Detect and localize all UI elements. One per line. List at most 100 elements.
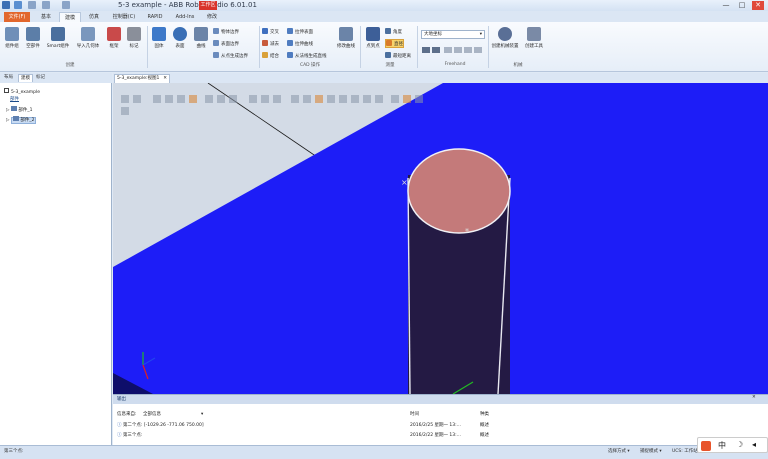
info-icon: ⓘ — [117, 423, 122, 428]
tab-modeling[interactable]: 建模 — [59, 12, 81, 22]
ime-toolbar[interactable]: 中 ☽ ◂ — [697, 437, 768, 453]
ucs-label: UCS: 工作站 — [672, 449, 698, 454]
import-geometry-button[interactable]: 导入几何体 — [73, 27, 103, 49]
gear-icon — [498, 27, 512, 41]
document-tab-row — [113, 73, 768, 83]
line-from-normal-button[interactable]: 从法线生成直线 — [287, 52, 327, 59]
tab-add-ins[interactable]: Add-Ins — [172, 12, 198, 22]
smart-component-button[interactable]: Smart组件 — [45, 27, 71, 49]
tree-item-part-2[interactable]: ▷ 部件_2 — [6, 116, 37, 124]
extrude-curve-button[interactable]: 拉伸曲线 — [287, 40, 313, 47]
output-col-time: 时间 — [410, 412, 419, 417]
ribbon-separator — [417, 26, 418, 68]
tab-rapid[interactable]: RAPID — [144, 12, 166, 22]
marker-button[interactable]: 标记 — [125, 27, 143, 49]
undo-icon[interactable] — [28, 1, 36, 9]
body-border-icon — [213, 28, 219, 34]
surface-button[interactable]: 表面 — [171, 27, 189, 49]
tab-basic[interactable]: 基本 — [36, 12, 56, 22]
angle-icon — [385, 28, 391, 34]
tab-controller[interactable]: 控制器(C) — [108, 12, 140, 22]
curve-button[interactable]: 曲线 — [192, 27, 210, 49]
tab-markers[interactable]: 标记 — [34, 74, 47, 82]
output-row-kind: 概述 — [480, 423, 489, 428]
multi-robot-jog-icon[interactable] — [474, 47, 482, 53]
tab-modeling-panel[interactable]: 建模 — [18, 74, 33, 82]
app-logo-icon[interactable] — [2, 1, 10, 9]
ime-chinese-mode[interactable]: 中 — [718, 440, 726, 451]
output-col-kind: 种类 — [480, 412, 489, 417]
diameter-button[interactable]: 直径 — [385, 39, 404, 48]
redo-icon[interactable] — [42, 1, 50, 9]
modify-curve-button[interactable]: 修改曲线 — [334, 27, 358, 49]
intersect-icon — [262, 28, 268, 34]
ime-logo-icon[interactable] — [701, 441, 711, 451]
group-label-create: 创建 — [65, 63, 75, 68]
jog-joint-icon[interactable] — [444, 47, 452, 53]
empty-part-button[interactable]: 空部件 — [23, 27, 43, 49]
output-row[interactable]: ⓘ 第二个点: [-1029.26 -771.06 750.00] — [117, 422, 204, 428]
tree-item-part-1[interactable]: ▷ 部件_1 — [6, 106, 32, 113]
quick-access-dropdown-icon[interactable] — [62, 1, 70, 9]
viewport-canvas[interactable]: × * — [113, 83, 768, 394]
close-tab-icon[interactable]: ✕ — [163, 75, 167, 83]
ime-punctuation-icon[interactable]: ☽ — [736, 440, 743, 449]
save-icon[interactable] — [14, 1, 22, 9]
tab-view-1[interactable]: 5-3_example:视图1 ✕ — [114, 74, 170, 83]
move-icon[interactable] — [422, 47, 430, 53]
tool-icon — [527, 27, 541, 41]
create-tool-button[interactable]: 创建工具 — [522, 27, 546, 49]
tree-station[interactable]: 5-3_example — [4, 88, 40, 95]
cylinder-top-face[interactable] — [407, 148, 511, 234]
union-button[interactable]: 结合 — [262, 52, 279, 59]
3d-viewport[interactable]: × * — [113, 83, 768, 394]
intersect-button[interactable]: 交叉 — [262, 28, 279, 35]
output-row-time: 2016/2/22 星期一 13:... — [410, 433, 461, 438]
reference-frame-select[interactable]: 大地坐标 ▾ — [421, 30, 485, 39]
tab-layout[interactable]: 布局 — [2, 74, 15, 82]
output-row-time: 2016/2/25 星期一 13:... — [410, 423, 461, 428]
surface-border-button[interactable]: 表面边界 — [213, 40, 239, 47]
point-to-point-button[interactable]: 点到点 — [363, 27, 383, 49]
frame-button[interactable]: 框架 — [105, 27, 123, 49]
output-row-kind: 概述 — [480, 433, 489, 438]
create-mechanism-button[interactable]: 创建机械装置 — [489, 27, 521, 49]
chevron-down-icon: ▾ — [201, 412, 204, 417]
close-output-icon[interactable]: ✕ — [752, 395, 756, 400]
rotate-icon[interactable] — [432, 47, 440, 53]
component-group-button[interactable]: 组件组 — [3, 27, 21, 49]
smart-component-icon — [51, 27, 65, 41]
ime-more-icon[interactable]: ◂ — [752, 440, 756, 449]
status-message: 第三个点: — [4, 449, 24, 454]
extrude-surface-button[interactable]: 拉伸表面 — [287, 28, 313, 35]
group-label-freehand: Freehand — [444, 62, 466, 67]
angle-button[interactable]: 角度 — [385, 28, 402, 35]
tab-simulation[interactable]: 仿真 — [84, 12, 104, 22]
close-button[interactable]: ✕ — [752, 1, 764, 10]
measure-point-marker: × — [401, 178, 408, 187]
maximize-button[interactable]: □ — [736, 1, 748, 10]
select-mode-dropdown[interactable]: 选择方式 ▾ — [608, 448, 630, 454]
group-label-cad: CAD 操作 — [299, 63, 321, 68]
output-title: 输出 — [117, 397, 126, 402]
snap-mode-dropdown[interactable]: 捕捉模式 ▾ — [640, 448, 662, 454]
output-row[interactable]: ⓘ 第三个点: — [117, 432, 142, 438]
expand-icon[interactable]: ▷ — [6, 108, 9, 113]
chevron-down-icon: ▾ — [479, 32, 482, 37]
expand-icon[interactable]: ▷ — [6, 118, 9, 123]
minimize-button[interactable]: — — [720, 1, 732, 10]
tab-file[interactable]: 文件(F) — [4, 12, 30, 22]
window-title: 5-3 example - ABB RobotStudio 6.01.01 — [118, 1, 257, 9]
border-from-points-button[interactable]: 从点生成边界 — [213, 52, 248, 59]
jog-reorient-icon[interactable] — [464, 47, 472, 53]
solid-button[interactable]: 固体 — [150, 27, 168, 49]
body-border-button[interactable]: 物体边界 — [213, 28, 239, 35]
jog-linear-icon[interactable] — [454, 47, 462, 53]
min-distance-button[interactable]: 最短距离 — [385, 52, 411, 59]
marker-icon — [127, 27, 141, 41]
extrude-curve-icon — [287, 40, 293, 46]
subtract-button[interactable]: 减去 — [262, 40, 279, 47]
min-distance-icon — [385, 52, 391, 58]
tab-modify[interactable]: 修改 — [203, 12, 221, 22]
output-filter-select[interactable]: 全部信息 ▾ — [143, 411, 203, 417]
